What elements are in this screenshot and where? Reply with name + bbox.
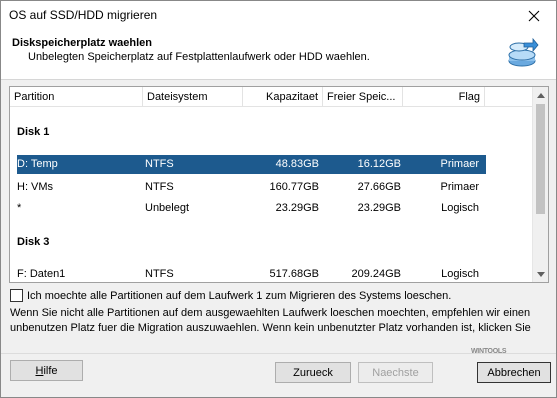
partition-row[interactable]: H: VMs NTFS 160.77GB 27.66GB Primaer bbox=[10, 178, 534, 197]
cell-capacity: 160.77GB bbox=[269, 181, 319, 193]
info-line: Wenn Sie nicht alle Partitionen auf dem … bbox=[10, 307, 531, 319]
delete-partitions-checkbox[interactable]: Ich moechte alle Partitionen auf dem Lau… bbox=[10, 289, 451, 302]
cell-partition: H: VMs bbox=[17, 181, 54, 193]
next-button[interactable]: Naechste bbox=[358, 362, 433, 383]
step-title: Diskspeicherplatz waehlen bbox=[12, 37, 152, 49]
cell-partition: D: Temp bbox=[17, 158, 58, 170]
cell-flag: Primaer bbox=[440, 181, 479, 193]
checkbox-box[interactable] bbox=[10, 289, 23, 302]
wizard-header: Diskspeicherplatz waehlen Unbelegten Spe… bbox=[1, 31, 556, 80]
title-bar: OS auf SSD/HDD migrieren bbox=[1, 1, 556, 31]
column-flag[interactable]: Flag bbox=[403, 87, 485, 107]
step-subtitle: Unbelegten Speicherplatz auf Festplatten… bbox=[28, 51, 370, 63]
column-partition[interactable]: Partition bbox=[10, 87, 143, 107]
cell-capacity: 48.83GB bbox=[275, 158, 319, 170]
info-line: unbenutzen Platz fuer die Migration ausz… bbox=[10, 322, 531, 334]
partition-row[interactable]: F: Daten1 NTFS 517.68GB 209.24GB Logisch bbox=[10, 265, 534, 282]
cell-capacity: 517.68GB bbox=[269, 268, 319, 280]
cell-flag: Primaer bbox=[440, 158, 479, 170]
disk-group-label: Disk 1 bbox=[17, 126, 50, 138]
cell-partition: F: Daten1 bbox=[17, 268, 66, 280]
disk-migrate-icon bbox=[508, 37, 539, 67]
cell-free-space: 23.29GB bbox=[357, 202, 401, 214]
help-mnemonic: H bbox=[35, 364, 44, 377]
partition-row[interactable]: * Unbelegt 23.29GB 23.29GB Logisch bbox=[10, 199, 534, 218]
help-button[interactable]: Hilfe bbox=[10, 360, 83, 381]
close-icon[interactable] bbox=[512, 1, 556, 31]
scroll-up-icon[interactable] bbox=[533, 87, 548, 103]
cancel-label: Abbrechen bbox=[487, 366, 541, 379]
cell-filesystem: NTFS bbox=[145, 181, 174, 193]
cell-partition: * bbox=[17, 202, 22, 214]
disk-group-label: Disk 3 bbox=[17, 236, 50, 248]
migrate-os-dialog: OS auf SSD/HDD migrieren Diskspeicherpla… bbox=[0, 0, 557, 398]
window-title: OS auf SSD/HDD migrieren bbox=[9, 8, 158, 22]
cell-filesystem: NTFS bbox=[145, 268, 174, 280]
partition-list[interactable]: Partition Dateisystem Kapazitaet Freier … bbox=[9, 86, 549, 283]
partition-row[interactable]: D: Temp NTFS 48.83GB 16.12GB Primaer bbox=[17, 155, 486, 174]
column-header: Partition Dateisystem Kapazitaet Freier … bbox=[10, 87, 534, 107]
info-text: Wenn Sie nicht alle Partitionen auf dem … bbox=[10, 306, 550, 336]
checkbox-label: Ich moechte alle Partitionen auf dem Lau… bbox=[27, 289, 452, 302]
cell-free-space: 209.24GB bbox=[351, 268, 401, 280]
vertical-scrollbar[interactable] bbox=[532, 87, 548, 282]
column-capacity[interactable]: Kapazitaet bbox=[243, 87, 323, 107]
help-label: ilfe bbox=[43, 364, 58, 377]
scrollbar-thumb[interactable] bbox=[536, 104, 545, 214]
back-label: Zurueck bbox=[293, 366, 333, 379]
scroll-down-icon[interactable] bbox=[533, 266, 548, 282]
cell-capacity: 23.29GB bbox=[275, 202, 319, 214]
cancel-button[interactable]: Abbrechen bbox=[477, 362, 551, 383]
cell-flag: Logisch bbox=[441, 202, 479, 214]
column-free-space[interactable]: Freier Speic... bbox=[323, 87, 403, 107]
back-button[interactable]: Zurueck bbox=[275, 362, 351, 383]
brand-watermark: WINTOOLS bbox=[471, 348, 507, 355]
cell-filesystem: Unbelegt bbox=[145, 202, 190, 214]
cell-free-space: 16.12GB bbox=[357, 158, 401, 170]
column-filesystem[interactable]: Dateisystem bbox=[143, 87, 243, 107]
cell-free-space: 27.66GB bbox=[357, 181, 401, 193]
cell-filesystem: NTFS bbox=[145, 158, 174, 170]
cell-flag: Logisch bbox=[441, 268, 479, 280]
next-label: Naechste bbox=[372, 366, 419, 379]
